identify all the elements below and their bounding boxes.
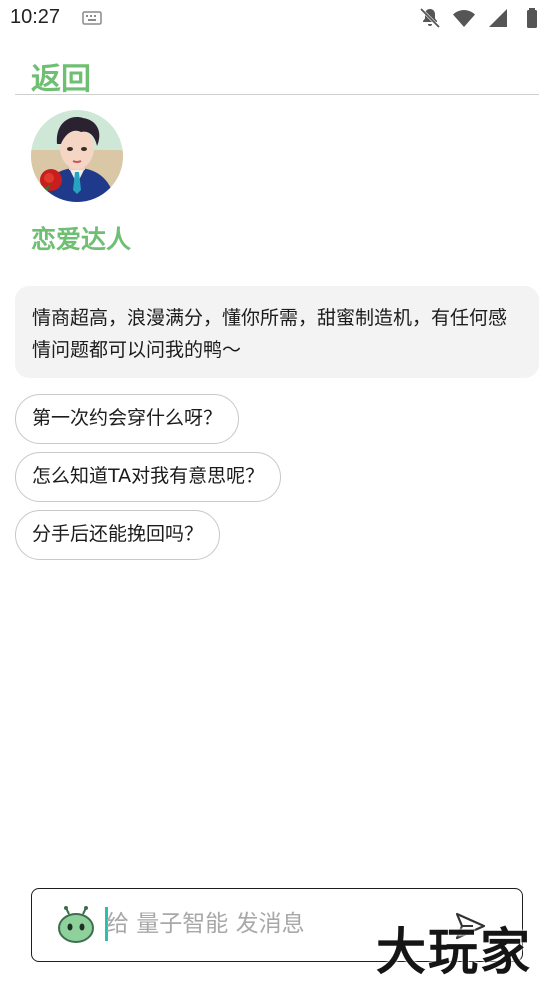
robot-icon [58,906,94,943]
bot-name: 恋爱达人 [31,225,132,254]
wifi-icon [452,6,476,30]
notifications-off-icon [418,6,442,30]
message-input[interactable] [106,903,406,945]
back-button[interactable]: 返回 [31,54,91,98]
suggestion-chip[interactable]: 分手后还能挽回吗？ [15,510,221,560]
signal-icon [486,6,510,30]
avatar [31,110,123,202]
keyboard-icon [82,11,102,25]
bot-intro-card: 情商超高，浪漫满分，懂你所需，甜蜜制造机，有任何感情问题都可以问我的鸭～ [15,286,539,378]
status-time: 10:27 [10,6,61,28]
status-bar: 10:27 [0,0,554,38]
header-divider [15,94,539,95]
watermark-logo: 大玩家 [376,922,532,981]
suggestion-chip[interactable]: 第一次约会穿什么呀？ [15,394,240,444]
battery-icon [520,6,544,30]
suggestion-chip[interactable]: 怎么知道TA对我有意思呢？ [15,452,282,502]
